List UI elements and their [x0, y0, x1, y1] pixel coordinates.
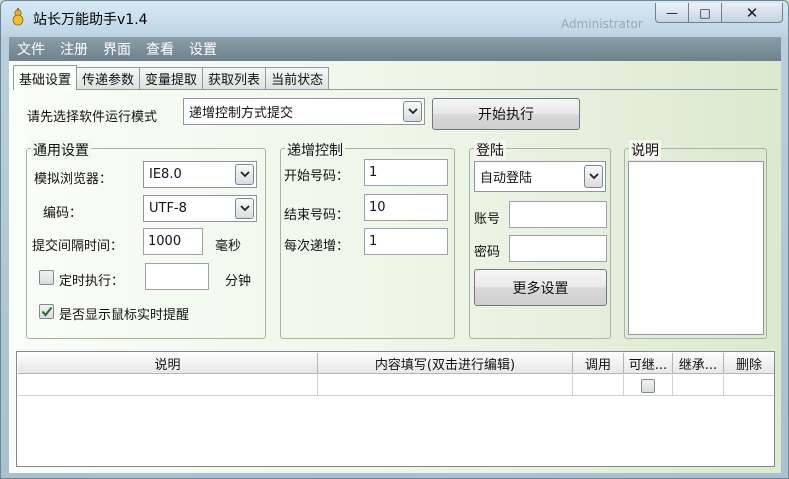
interval-label: 提交间隔时间：: [32, 239, 124, 254]
chevron-down-icon: [235, 198, 254, 219]
account-input[interactable]: [509, 201, 607, 228]
cell-content[interactable]: [318, 375, 573, 396]
menu-register[interactable]: 注册: [52, 39, 95, 59]
start-number-label: 开始号码：: [284, 169, 350, 184]
login-mode-value: 自动登陆: [480, 171, 533, 186]
window-title: 站长万能助手v1.4: [33, 12, 148, 28]
inheritable-checkbox[interactable]: [641, 378, 655, 393]
browser-select[interactable]: IE8.0: [143, 161, 257, 188]
cell-delete[interactable]: [724, 375, 774, 396]
login-title: 登陆: [474, 140, 506, 160]
close-button[interactable]: ✕: [721, 3, 783, 23]
description-title: 说明: [629, 140, 661, 160]
mouse-tip-label: 是否显示鼠标实时提醒: [59, 308, 190, 323]
mode-select[interactable]: 递增控制方式提交: [183, 98, 425, 125]
end-number-input[interactable]: 10: [364, 194, 448, 221]
description-textbox[interactable]: [628, 161, 764, 335]
title-bar[interactable]: 站长万能助手v1.4 Administrator — □ ✕: [1, 1, 788, 37]
tab-current-status[interactable]: 当前状态: [265, 67, 330, 89]
login-mode-select[interactable]: 自动登陆: [474, 161, 606, 192]
browser-label: 模拟浏览器：: [34, 172, 113, 187]
general-settings-title: 通用设置: [31, 140, 91, 160]
step-label: 每次递增：: [284, 239, 350, 254]
timer-checkbox[interactable]: [39, 270, 54, 285]
timer-label: 定时执行：: [59, 274, 125, 289]
cell-call[interactable]: [573, 375, 624, 396]
mode-label: 请先选择软件运行模式: [27, 110, 158, 125]
cell-inherit[interactable]: [673, 375, 724, 396]
cell-desc[interactable]: [18, 375, 318, 396]
maximize-button[interactable]: □: [688, 3, 722, 23]
tab-basic-settings[interactable]: 基础设置: [13, 65, 78, 90]
mode-select-value: 递增控制方式提交: [189, 106, 294, 121]
tab-strip: 基础设置 传递参数 变量提取 获取列表 当前状态: [13, 65, 330, 90]
col-header-inheritable[interactable]: 可继...: [624, 353, 673, 374]
increment-title: 递增控制: [285, 140, 345, 160]
login-group: 登陆 自动登陆 账号 密码 更多设置: [469, 140, 611, 339]
client-area: 基础设置 传递参数 变量提取 获取列表 当前状态 请先选择软件运行模式 递增控制…: [9, 61, 781, 473]
minimize-button[interactable]: —: [655, 3, 689, 23]
start-number-input[interactable]: 1: [364, 159, 448, 186]
menu-file[interactable]: 文件: [9, 39, 52, 59]
background-ghost-text: Administrator: [561, 17, 643, 31]
cell-inheritable: [624, 375, 673, 396]
data-grid[interactable]: 说明 内容填写(双击进行编辑) 调用 可继... 继承... 删除: [16, 351, 775, 467]
tab-divider: [13, 89, 778, 90]
interval-input[interactable]: 1000: [143, 228, 203, 255]
col-header-content[interactable]: 内容填写(双击进行编辑): [318, 353, 573, 374]
more-settings-button[interactable]: 更多设置: [474, 269, 607, 306]
menu-bar: 文件 注册 界面 查看 设置: [9, 37, 781, 61]
encoding-select-value: UTF-8: [149, 201, 187, 216]
start-button[interactable]: 开始执行: [432, 98, 580, 130]
tab-pass-params[interactable]: 传递参数: [76, 67, 141, 89]
col-header-call[interactable]: 调用: [573, 353, 624, 374]
chevron-down-icon: [584, 165, 603, 188]
check-icon: [41, 306, 52, 317]
account-label: 账号: [474, 212, 501, 227]
interval-unit: 毫秒: [215, 239, 242, 254]
general-settings-group: 通用设置 模拟浏览器： IE8.0 编码： UTF-8 提交间隔时间： 1000…: [26, 140, 266, 339]
close-icon: ✕: [745, 3, 759, 22]
description-group: 说明: [624, 140, 767, 339]
table-row[interactable]: [18, 375, 774, 396]
timer-input[interactable]: [145, 263, 209, 290]
timer-unit: 分钟: [225, 274, 252, 289]
minimize-icon: —: [666, 5, 678, 20]
browser-select-value: IE8.0: [149, 167, 182, 182]
tab-get-list[interactable]: 获取列表: [202, 67, 267, 89]
maximize-icon: □: [699, 5, 711, 20]
chevron-down-icon: [235, 164, 254, 185]
end-number-label: 结束号码：: [284, 208, 350, 223]
gourd-icon: [12, 8, 24, 26]
col-header-inherit[interactable]: 继承...: [673, 353, 724, 374]
password-label: 密码: [474, 245, 501, 260]
step-input[interactable]: 1: [364, 228, 448, 255]
menu-view[interactable]: 查看: [138, 39, 181, 59]
increment-group: 递增控制 开始号码： 1 结束号码： 10 每次递增： 1: [280, 140, 455, 339]
col-header-delete[interactable]: 删除: [724, 353, 774, 374]
chevron-down-icon: [403, 101, 422, 122]
tab-variable-extract[interactable]: 变量提取: [139, 67, 204, 89]
mouse-tip-checkbox[interactable]: [39, 304, 54, 319]
encoding-select[interactable]: UTF-8: [143, 195, 257, 222]
col-header-desc[interactable]: 说明: [18, 353, 318, 374]
password-input[interactable]: [509, 235, 607, 262]
menu-interface[interactable]: 界面: [95, 39, 138, 59]
menu-settings[interactable]: 设置: [181, 39, 224, 59]
encoding-label: 编码：: [43, 206, 83, 221]
app-window: 站长万能助手v1.4 Administrator — □ ✕ 文件 注册 界面 …: [0, 0, 789, 479]
grid-header: 说明 内容填写(双击进行编辑) 调用 可继... 继承... 删除: [18, 353, 774, 374]
